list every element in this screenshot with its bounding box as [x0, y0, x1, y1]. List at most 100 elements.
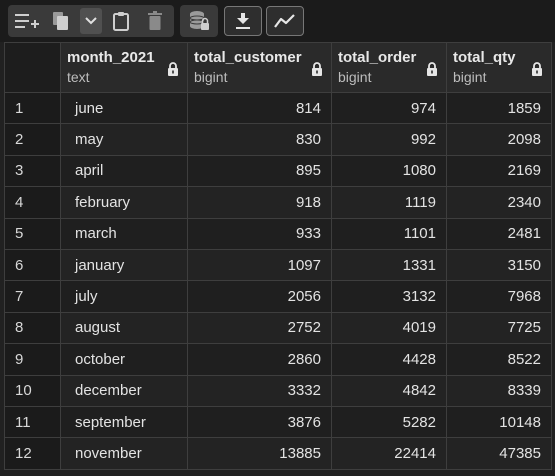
table-row[interactable]: 8 august 2752 4019 7725	[4, 311, 552, 345]
cell-total_qty[interactable]: 2098	[446, 123, 552, 156]
cell-total_order[interactable]: 22414	[331, 437, 447, 470]
cell-total_customer[interactable]: 918	[187, 186, 332, 219]
grid-body: 1 june 814 974 1859 2 may 830 992 2098 3…	[4, 91, 552, 470]
cell-month_2021[interactable]: september	[60, 405, 188, 439]
cell-month_2021[interactable]: april	[60, 154, 188, 188]
cell-month_2021[interactable]: may	[60, 123, 188, 156]
table-row[interactable]: 6 january 1097 1331 3150	[4, 248, 552, 282]
cell-total_order[interactable]: 992	[331, 123, 447, 156]
cell-total_qty[interactable]: 47385	[446, 437, 552, 470]
cell-total_qty[interactable]: 7968	[446, 280, 552, 313]
clipboard-icon	[113, 12, 129, 31]
cell-total_customer[interactable]: 933	[187, 217, 332, 250]
table-row[interactable]: 1 june 814 974 1859	[4, 91, 552, 125]
row-number: 4	[4, 186, 61, 219]
cell-total_customer[interactable]: 895	[187, 154, 332, 188]
table-row[interactable]: 7 july 2056 3132 7968	[4, 280, 552, 313]
download-icon	[236, 13, 250, 29]
row-number: 8	[4, 311, 61, 345]
cell-total_order[interactable]: 5282	[331, 405, 447, 439]
table-row[interactable]: 3 april 895 1080 2169	[4, 154, 552, 188]
cell-total_customer[interactable]: 13885	[187, 437, 332, 470]
cell-total_qty[interactable]: 8339	[446, 374, 552, 407]
row-number: 6	[4, 248, 61, 282]
cell-month_2021[interactable]: november	[60, 437, 188, 470]
column-type: bigint	[338, 69, 372, 85]
copy-button[interactable]	[44, 5, 78, 37]
row-number: 5	[4, 217, 61, 250]
add-rows-icon	[15, 14, 39, 28]
column-type: text	[67, 69, 90, 85]
column-name: total_order	[338, 49, 417, 66]
cell-total_order[interactable]: 4428	[331, 343, 447, 376]
trash-icon	[148, 11, 162, 30]
cell-total_qty[interactable]: 7725	[446, 311, 552, 345]
delete-row-button[interactable]	[138, 5, 172, 37]
row-number: 3	[4, 154, 61, 188]
cell-total_order[interactable]: 1119	[331, 186, 447, 219]
row-number: 10	[4, 374, 61, 407]
table-row[interactable]: 9 october 2860 4428 8522	[4, 343, 552, 376]
cell-month_2021[interactable]: august	[60, 311, 188, 345]
cell-total_order[interactable]: 974	[331, 91, 447, 125]
table-row[interactable]: 5 march 933 1101 2481	[4, 217, 552, 250]
cell-total_customer[interactable]: 2860	[187, 343, 332, 376]
download-button[interactable]	[224, 6, 262, 36]
cell-month_2021[interactable]: december	[60, 374, 188, 407]
database-lock-icon	[189, 11, 209, 30]
column-name: total_customer	[194, 49, 302, 66]
column-name: month_2021	[67, 49, 155, 66]
row-number: 2	[4, 123, 61, 156]
row-number: 1	[4, 91, 61, 125]
graph-visualiser-button[interactable]	[266, 6, 304, 36]
cell-total_order[interactable]: 4842	[331, 374, 447, 407]
cell-total_customer[interactable]: 1097	[187, 248, 332, 282]
cell-total_order[interactable]: 4019	[331, 311, 447, 345]
column-header-total_customer[interactable]: total_customer bigint	[187, 42, 332, 93]
table-row[interactable]: 4 february 918 1119 2340	[4, 186, 552, 219]
paste-button[interactable]	[104, 5, 138, 37]
query-result-panel: month_2021 text total_customer bigint to…	[0, 0, 555, 476]
cell-total_customer[interactable]: 830	[187, 123, 332, 156]
table-row[interactable]: 11 september 3876 5282 10148	[4, 405, 552, 439]
cell-total_qty[interactable]: 3150	[446, 248, 552, 282]
table-row[interactable]: 10 december 3332 4842 8339	[4, 374, 552, 407]
cell-month_2021[interactable]: march	[60, 217, 188, 250]
cell-total_qty[interactable]: 10148	[446, 405, 552, 439]
table-row[interactable]: 12 november 13885 22414 47385	[4, 437, 552, 470]
cell-month_2021[interactable]: july	[60, 280, 188, 313]
cell-total_qty[interactable]: 2481	[446, 217, 552, 250]
cell-total_customer[interactable]: 2056	[187, 280, 332, 313]
cell-total_order[interactable]: 1101	[331, 217, 447, 250]
row-number-header	[4, 42, 61, 93]
column-header-total_order[interactable]: total_order bigint	[331, 42, 447, 93]
header-row: month_2021 text total_customer bigint to…	[4, 42, 552, 93]
cell-total_customer[interactable]: 3332	[187, 374, 332, 407]
column-header-total_qty[interactable]: total_qty bigint	[446, 42, 552, 93]
table-row[interactable]: 2 may 830 992 2098	[4, 123, 552, 156]
result-toolbar	[0, 0, 555, 42]
cell-month_2021[interactable]: february	[60, 186, 188, 219]
cell-total_qty[interactable]: 8522	[446, 343, 552, 376]
lock-icon	[427, 62, 437, 76]
add-row-button[interactable]	[10, 5, 44, 37]
cell-total_qty[interactable]: 2169	[446, 154, 552, 188]
row-number: 7	[4, 280, 61, 313]
cell-total_qty[interactable]: 2340	[446, 186, 552, 219]
column-header-month_2021[interactable]: month_2021 text	[60, 42, 188, 93]
save-data-button[interactable]	[182, 5, 216, 37]
row-number: 9	[4, 343, 61, 376]
cell-total_customer[interactable]: 2752	[187, 311, 332, 345]
cell-total_qty[interactable]: 1859	[446, 91, 552, 125]
cell-total_order[interactable]: 3132	[331, 280, 447, 313]
cell-total_customer[interactable]: 814	[187, 91, 332, 125]
cell-total_customer[interactable]: 3876	[187, 405, 332, 439]
chevron-down-icon	[85, 17, 97, 25]
copy-options-dropdown[interactable]	[80, 8, 102, 34]
cell-total_order[interactable]: 1080	[331, 154, 447, 188]
lock-icon	[312, 62, 322, 76]
cell-month_2021[interactable]: january	[60, 248, 188, 282]
cell-total_order[interactable]: 1331	[331, 248, 447, 282]
cell-month_2021[interactable]: october	[60, 343, 188, 376]
cell-month_2021[interactable]: june	[60, 91, 188, 125]
